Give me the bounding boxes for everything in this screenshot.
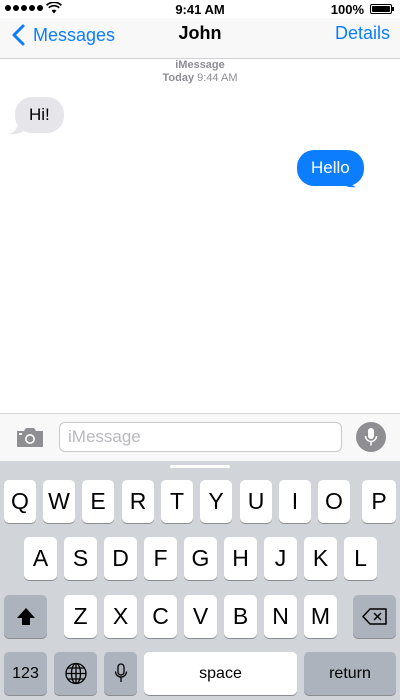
navigation-bar: Messages John Details xyxy=(0,18,400,59)
key-i[interactable]: I xyxy=(279,480,311,523)
key-q[interactable]: Q xyxy=(4,480,36,523)
key-e[interactable]: E xyxy=(82,480,114,523)
key-u[interactable]: U xyxy=(240,480,272,523)
key-l[interactable]: L xyxy=(344,537,377,580)
delete-key[interactable] xyxy=(353,595,396,638)
key-b[interactable]: B xyxy=(224,595,257,638)
key-n[interactable]: N xyxy=(264,595,297,638)
service-label: iMessage xyxy=(175,59,225,71)
timestamp: Today 9:44 AM xyxy=(0,72,400,85)
key-c[interactable]: C xyxy=(144,595,177,638)
key-d[interactable]: D xyxy=(104,537,137,580)
incoming-message-bubble[interactable]: Hi! xyxy=(15,97,64,133)
microphone-button[interactable] xyxy=(356,422,386,452)
key-w[interactable]: W xyxy=(43,480,75,523)
key-r[interactable]: R xyxy=(122,480,154,523)
back-button[interactable]: Messages xyxy=(8,23,115,47)
key-a[interactable]: A xyxy=(24,537,57,580)
message-input[interactable] xyxy=(59,422,342,452)
dictation-key[interactable] xyxy=(104,652,137,695)
key-p[interactable]: P xyxy=(362,480,396,523)
key-t[interactable]: T xyxy=(161,480,193,523)
key-x[interactable]: X xyxy=(104,595,137,638)
return-key[interactable]: return xyxy=(304,652,396,695)
status-bar: 9:41 AM 100% xyxy=(0,0,400,18)
timestamp-day: Today xyxy=(162,72,195,84)
message-input-bar xyxy=(0,413,400,461)
camera-icon[interactable] xyxy=(15,425,45,449)
key-z[interactable]: Z xyxy=(64,595,97,638)
key-v[interactable]: V xyxy=(184,595,217,638)
keyboard-handle[interactable] xyxy=(170,465,230,468)
microphone-icon xyxy=(114,663,127,682)
conversation-area: iMessage Today 9:44 AM Hi! Hello xyxy=(0,59,400,413)
key-m[interactable]: M xyxy=(304,595,337,638)
key-o[interactable]: O xyxy=(318,480,350,523)
back-button-label: Messages xyxy=(33,24,116,45)
space-key[interactable]: space xyxy=(144,652,297,695)
key-g[interactable]: G xyxy=(184,537,217,580)
battery-icon xyxy=(370,4,394,14)
keyboard: Q W E R T Y U I O P A S D F G H J K L Z … xyxy=(0,461,400,700)
details-button[interactable]: Details xyxy=(335,23,390,44)
shift-key[interactable] xyxy=(4,595,47,638)
key-f[interactable]: F xyxy=(144,537,177,580)
chevron-left-icon xyxy=(12,24,25,46)
numbers-key[interactable]: 123 xyxy=(4,652,47,695)
timestamp-time: 9:44 AM xyxy=(197,72,238,84)
key-y[interactable]: Y xyxy=(200,480,232,523)
contact-name: John xyxy=(178,23,222,43)
globe-icon xyxy=(64,662,87,685)
key-j[interactable]: J xyxy=(264,537,297,580)
key-h[interactable]: H xyxy=(224,537,257,580)
key-s[interactable]: S xyxy=(64,537,97,580)
outgoing-message-bubble[interactable]: Hello xyxy=(297,150,364,186)
shift-arrow-icon xyxy=(16,608,35,625)
delete-backspace-icon xyxy=(361,608,387,625)
globe-key[interactable] xyxy=(54,652,97,695)
battery-percent: 100% xyxy=(330,2,364,17)
key-k[interactable]: K xyxy=(304,537,337,580)
microphone-icon xyxy=(364,428,378,446)
